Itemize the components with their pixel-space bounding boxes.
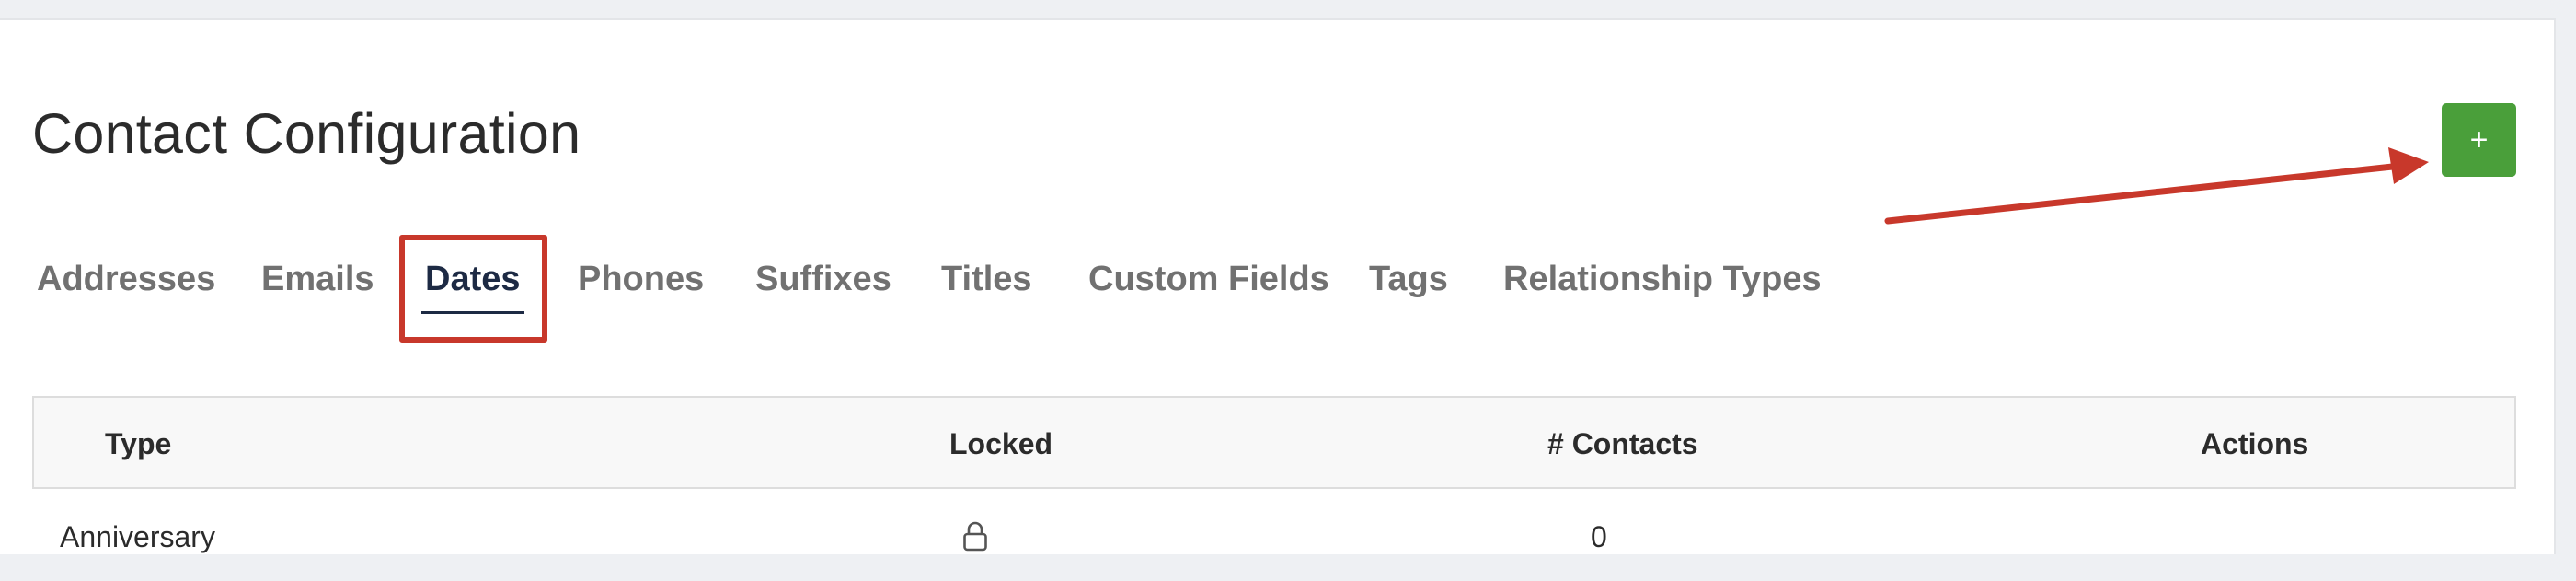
active-tab-underline xyxy=(421,311,524,314)
tab-custom-fields[interactable]: Custom Fields xyxy=(1088,260,1329,299)
row-type: Anniversary xyxy=(60,520,215,553)
table-row[interactable]: Anniversary 0 xyxy=(32,489,2516,581)
tab-addresses[interactable]: Addresses xyxy=(37,260,215,299)
row-contacts-count: 0 xyxy=(1591,520,1607,553)
tab-suffixes[interactable]: Suffixes xyxy=(755,260,891,299)
tab-relationship-types[interactable]: Relationship Types xyxy=(1503,260,1822,299)
lock-icon xyxy=(963,521,987,552)
column-header-actions: Actions xyxy=(2201,427,2309,460)
tab-titles[interactable]: Titles xyxy=(941,260,1032,299)
tab-phones[interactable]: Phones xyxy=(578,260,704,299)
tab-tags[interactable]: Tags xyxy=(1369,260,1448,299)
page-title: Contact Configuration xyxy=(32,102,581,165)
tab-dates-label: Dates xyxy=(425,260,521,298)
column-header-locked[interactable]: Locked xyxy=(949,427,1052,461)
tab-bar: Addresses Emails Dates Phones Suffixes T… xyxy=(0,234,1840,344)
column-header-contacts[interactable]: # Contacts xyxy=(1547,427,1698,461)
tab-emails[interactable]: Emails xyxy=(261,260,374,299)
column-header-type[interactable]: Type xyxy=(105,427,171,461)
table-header: Type Locked # Contacts Actions xyxy=(32,396,2516,489)
dates-table: Type Locked # Contacts Actions Anniversa… xyxy=(32,396,2516,581)
annotation-arrow xyxy=(1884,147,2429,225)
tab-dates[interactable]: Dates xyxy=(421,260,524,314)
add-button[interactable]: + xyxy=(2442,103,2516,177)
